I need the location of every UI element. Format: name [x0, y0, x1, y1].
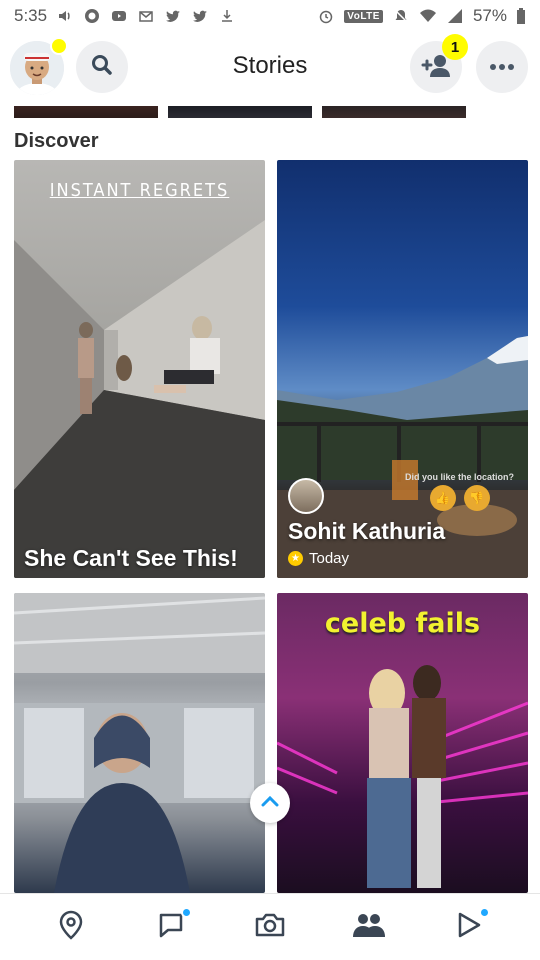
hallway-image — [14, 220, 265, 578]
wifi-icon — [419, 8, 437, 24]
bottom-navigation — [0, 893, 540, 960]
card-title: celeb fails — [324, 608, 481, 639]
nav-map-button[interactable] — [54, 910, 88, 944]
header: Stories 1 — [0, 32, 540, 106]
battery-percent: 57% — [472, 6, 507, 25]
map-icon — [58, 910, 84, 945]
more-button[interactable] — [476, 41, 528, 93]
nav-chat-button[interactable] — [154, 907, 192, 944]
thumbs-up-icon: 👍 — [429, 485, 456, 511]
card-title: She Can't See This! — [24, 545, 238, 571]
star-icon: ★ — [288, 551, 303, 566]
discover-icon — [456, 911, 482, 944]
discover-card-instant-regrets[interactable]: INSTANT REGRETS She Can't See This! — [14, 160, 265, 578]
user-avatar — [288, 478, 324, 514]
discover-card-sohit-kathuria[interactable]: Did you like the location? 👍 👎 Sohit Kat… — [277, 160, 528, 578]
chat-icon — [157, 911, 185, 944]
mute-icon — [392, 8, 410, 24]
download-icon — [218, 8, 236, 24]
chevron-up-icon — [261, 794, 279, 812]
friend-request-badge: 1 — [442, 34, 468, 60]
story-thumbnail[interactable] — [14, 106, 158, 118]
story-thumbnail[interactable] — [168, 106, 312, 118]
chat-notification-dot — [181, 907, 192, 918]
thumbs-down-icon: 👎 — [463, 485, 490, 511]
nav-friends-button[interactable] — [352, 910, 386, 944]
nav-discover-button[interactable] — [452, 907, 490, 944]
discover-notification-dot — [479, 907, 490, 918]
volte-badge: VoLTE — [344, 9, 383, 23]
discover-card-celeb-fails[interactable]: celeb fails — [277, 593, 528, 893]
camera-icon — [254, 911, 286, 944]
status-time: 5:35 — [14, 6, 48, 25]
nav-camera-button[interactable] — [253, 910, 287, 944]
volume-icon — [56, 8, 74, 24]
youtube-icon — [110, 8, 128, 24]
status-bar: 5:35 VoLTE 57% — [0, 0, 540, 32]
discover-section-title: Discover — [14, 130, 99, 152]
mountain-image — [277, 336, 528, 578]
story-time: Today — [309, 550, 350, 567]
record-icon — [83, 8, 101, 24]
poll-sticker: Did you like the location? 👍 👎 — [397, 472, 522, 511]
battery-icon — [516, 8, 526, 24]
publisher-logo: INSTANT REGRETS — [49, 180, 230, 201]
alarm-icon — [317, 8, 335, 24]
friends-icon — [352, 911, 386, 944]
twitter-icon — [164, 8, 182, 24]
more-icon — [489, 58, 515, 76]
story-thumbnail[interactable] — [322, 106, 466, 118]
user-story-name: Sohit Kathuria — [288, 518, 446, 544]
scroll-to-top-button[interactable] — [250, 783, 290, 823]
twitter-icon — [191, 8, 209, 24]
discover-card-office[interactable] — [14, 593, 265, 893]
signal-icon — [446, 8, 464, 24]
gmail-icon — [137, 8, 155, 24]
story-time-row: ★ Today — [288, 550, 349, 567]
poll-question: Did you like the location? — [404, 472, 514, 482]
office-image — [14, 593, 265, 893]
